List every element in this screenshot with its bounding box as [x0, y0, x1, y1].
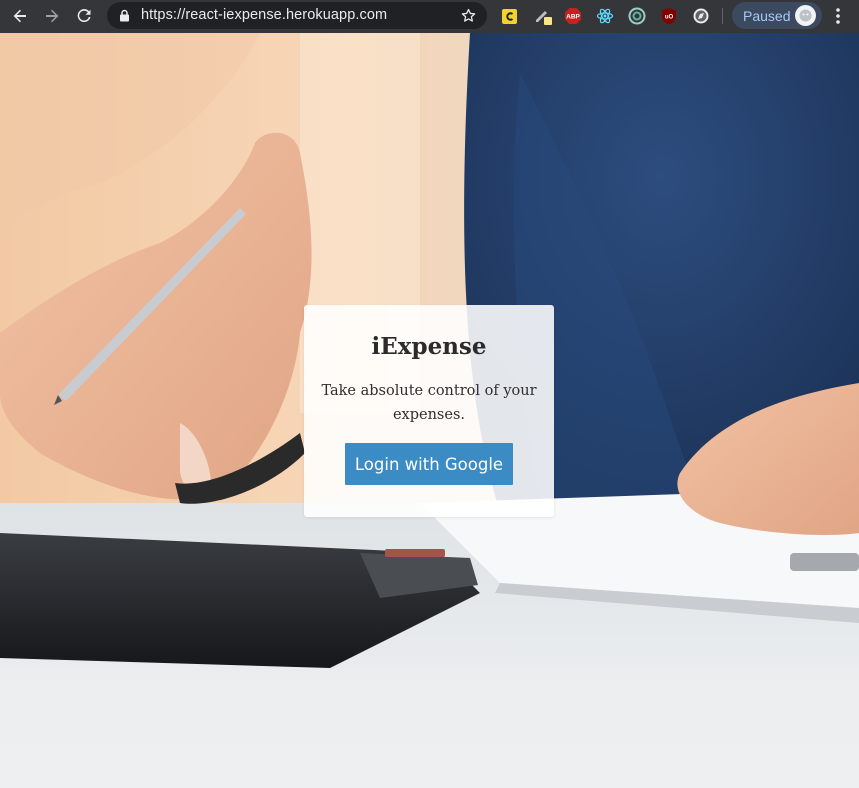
react-devtools-icon[interactable]: [595, 6, 615, 26]
ext-compass-icon[interactable]: [691, 6, 711, 26]
app-title: iExpense: [371, 333, 487, 360]
page-viewport: iExpense Take absolute control of your e…: [0, 33, 859, 788]
tagline-text: Take absolute control of your expenses.: [321, 383, 537, 423]
ext-circle-icon[interactable]: [627, 6, 647, 26]
url-text: https://react-iexpense.herokuapp.com: [141, 7, 388, 23]
login-with-google-button[interactable]: Login with Google: [345, 443, 513, 485]
profile-status: Paused: [743, 8, 791, 24]
avatar-icon: [795, 5, 816, 26]
forward-arrow-icon[interactable]: [41, 5, 63, 27]
address-bar[interactable]: https://react-iexpense.herokuapp.com: [107, 2, 487, 29]
ext-yellow-icon[interactable]: [499, 6, 519, 26]
more-menu-icon[interactable]: [830, 6, 846, 26]
svg-text:ABP: ABP: [566, 14, 580, 21]
browser-toolbar: https://react-iexpense.herokuapp.com ABP…: [0, 0, 859, 33]
profile-button[interactable]: Paused: [732, 2, 822, 29]
reload-icon[interactable]: [73, 5, 95, 27]
login-card: iExpense Take absolute control of your e…: [304, 305, 554, 517]
star-icon[interactable]: [460, 7, 477, 29]
ublock-icon[interactable]: uO: [659, 6, 679, 26]
back-arrow-icon[interactable]: [9, 5, 31, 27]
toolbar-separator: [722, 8, 723, 24]
lock-icon: [119, 9, 130, 27]
ext-pen-icon[interactable]: [533, 6, 553, 26]
svg-text:uO: uO: [665, 15, 674, 21]
adblock-icon[interactable]: ABP: [563, 6, 583, 26]
